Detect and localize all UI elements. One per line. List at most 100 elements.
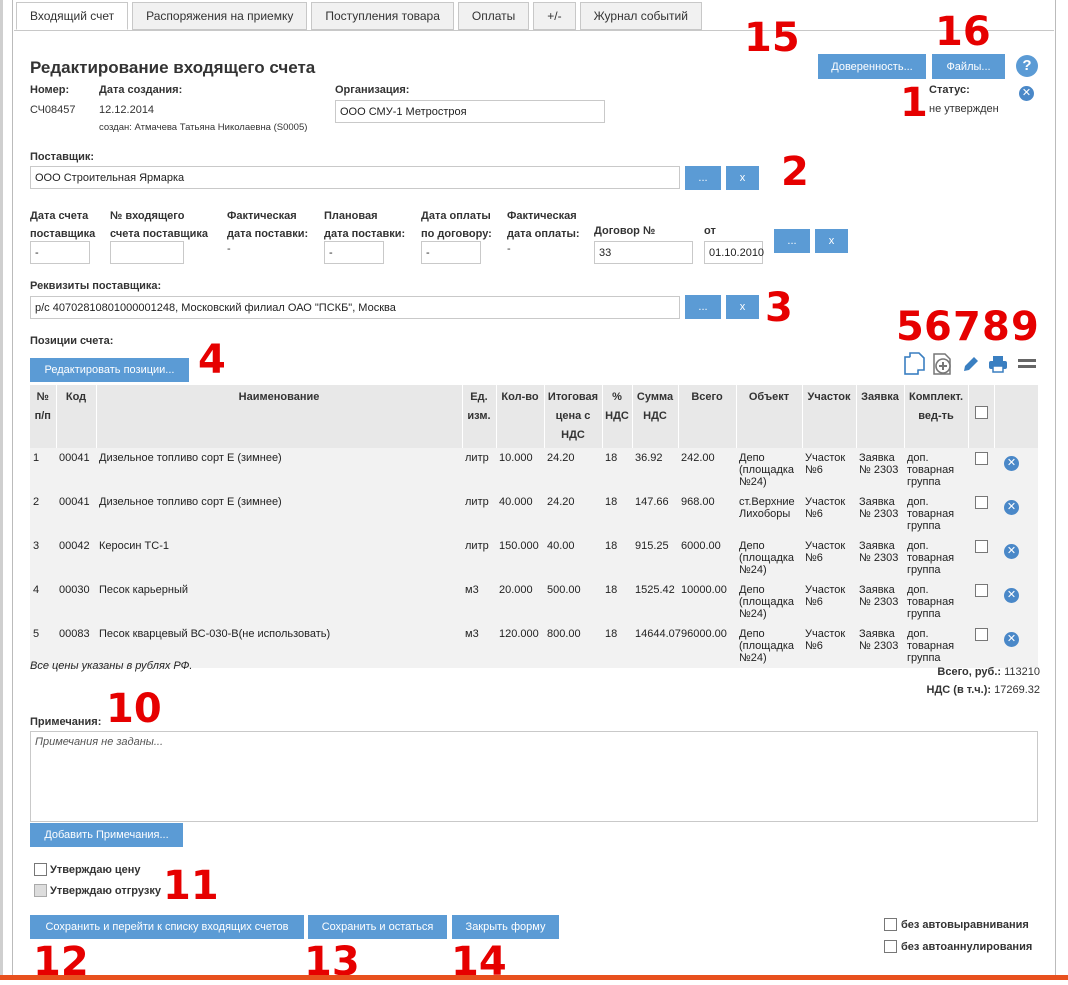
- contract-from-field[interactable]: 01.10.2010: [704, 241, 764, 264]
- row-kit: доп. товарная группа: [904, 580, 968, 624]
- print-icon[interactable]: [988, 354, 1008, 374]
- row-object: Депо (площадка №24): [736, 624, 802, 668]
- tab-payments[interactable]: Оплаты: [457, 2, 530, 30]
- row-vat-rate: 18: [602, 536, 632, 580]
- save-and-stay-button[interactable]: Сохранить и остаться: [308, 915, 447, 939]
- invoice-date-field[interactable]: -: [30, 241, 90, 264]
- proxy-button[interactable]: Доверенность...: [818, 54, 926, 79]
- col-object: Объект: [736, 385, 803, 448]
- row-request: Заявка № 2303: [856, 448, 904, 492]
- col-select-all: [968, 385, 995, 448]
- no-autocancel-row: без автоаннулирования: [884, 940, 1032, 953]
- contract-label: Договор №: [594, 225, 656, 237]
- status-label: Статус:: [929, 84, 970, 96]
- select-all-checkbox[interactable]: [974, 406, 988, 419]
- supplier-field[interactable]: ООО Строительная Ярмарка: [30, 166, 680, 189]
- row-delete-icon[interactable]: ✕: [1004, 500, 1019, 515]
- marker-15: 15: [744, 15, 800, 61]
- created-value: 12.12.2014: [99, 104, 155, 116]
- tab-incoming-invoice[interactable]: Входящий счет: [16, 2, 129, 30]
- row-delete-icon[interactable]: ✕: [1004, 632, 1019, 647]
- close-icon[interactable]: ✕: [1019, 86, 1034, 101]
- copy-icon[interactable]: [904, 352, 926, 376]
- actual-pay-label: Фактическая дата оплаты:: [507, 210, 580, 240]
- row-qty: 10.000: [496, 448, 544, 492]
- files-button[interactable]: Файлы...: [932, 54, 1005, 79]
- contract-field[interactable]: 33: [594, 241, 693, 264]
- approve-shipment-checkbox[interactable]: [34, 884, 47, 897]
- add-notes-button[interactable]: Добавить Примечания...: [30, 823, 183, 847]
- edit-icon[interactable]: [961, 354, 981, 374]
- row-vat-sum: 1525.42: [632, 580, 678, 624]
- row-site: Участок №6: [802, 624, 856, 668]
- left-edge: [0, 0, 3, 980]
- tab-event-log[interactable]: Журнал событий: [579, 2, 702, 30]
- marker-3: 3: [765, 285, 793, 331]
- row-delete-icon[interactable]: ✕: [1004, 544, 1019, 559]
- tab-receiving-orders[interactable]: Распоряжения на приемку: [132, 2, 308, 30]
- actual-delivery-value: -: [227, 243, 231, 255]
- no-autoalign-row: без автовыравнивания: [884, 918, 1029, 931]
- add-icon[interactable]: [931, 352, 955, 376]
- requisites-field[interactable]: р/с 40702810801000001248, Московский фил…: [30, 296, 680, 319]
- row-site: Участок №6: [802, 492, 856, 536]
- row-object: Депо (площадка №24): [736, 580, 802, 624]
- menu-icon[interactable]: [1017, 357, 1037, 371]
- close-form-button[interactable]: Закрыть форму: [452, 915, 559, 939]
- table-row: 2 00041 Дизельное топливо сорт Е (зимнее) л…: [30, 492, 1038, 536]
- tab-plus-minus[interactable]: +/-: [533, 2, 576, 30]
- tab-bar: Входящий счет Распоряжения на приемку По…: [16, 2, 706, 32]
- row-select-checkbox[interactable]: [974, 540, 988, 553]
- row-unit: литр: [462, 448, 496, 492]
- approve-price-label: Утверждаю цену: [50, 863, 141, 876]
- col-unit: Ед. изм.: [462, 385, 497, 448]
- notes-textarea[interactable]: Примечания не заданы...: [30, 731, 1038, 822]
- row-select-checkbox[interactable]: [974, 628, 988, 641]
- marker-4: 4: [198, 337, 226, 383]
- no-autoalign-checkbox[interactable]: [884, 918, 897, 931]
- row-request: Заявка № 2303: [856, 536, 904, 580]
- row-select-checkbox[interactable]: [974, 496, 988, 509]
- save-and-go-button[interactable]: Сохранить и перейти к списку входящих сч…: [30, 915, 304, 939]
- row-number: 4: [30, 580, 56, 624]
- pay-contract-field[interactable]: -: [421, 241, 481, 264]
- edit-positions-button[interactable]: Редактировать позиции...: [30, 358, 189, 382]
- row-number: 1: [30, 448, 56, 492]
- row-delete-icon[interactable]: ✕: [1004, 456, 1019, 471]
- currency-note: Все цены указаны в рублях РФ.: [30, 660, 193, 672]
- actual-pay-value: -: [507, 243, 511, 255]
- row-select-checkbox[interactable]: [974, 452, 988, 465]
- row-total: 96000.00: [678, 624, 736, 668]
- table-row: 3 00042 Керосин ТС-1 литр 150.000 40.00 18 915.…: [30, 536, 1038, 580]
- requisites-clear-button[interactable]: x: [726, 295, 759, 319]
- table-row: 1 00041 Дизельное топливо сорт Е (зимнее) л…: [30, 448, 1038, 492]
- status-value: не утвержден: [929, 103, 999, 115]
- col-qty: Кол-во: [496, 385, 545, 448]
- col-total: Всего: [678, 385, 737, 448]
- supplier-pick-button[interactable]: ...: [685, 166, 721, 190]
- marker-10: 10: [106, 686, 162, 732]
- help-icon[interactable]: ?: [1016, 55, 1038, 77]
- row-total: 968.00: [678, 492, 736, 536]
- tab-goods-receipts[interactable]: Поступления товара: [311, 2, 454, 30]
- number-label: Номер:: [30, 84, 70, 96]
- incoming-no-label: № входящего счета поставщика: [110, 210, 209, 240]
- requisites-pick-button[interactable]: ...: [685, 295, 721, 319]
- pay-contract-label: Дата оплаты по договору:: [421, 210, 492, 240]
- row-select-checkbox[interactable]: [974, 584, 988, 597]
- row-price: 500.00: [544, 580, 602, 624]
- vat-line: НДС (в т.ч.): 17269.32: [880, 684, 1040, 696]
- row-delete-icon[interactable]: ✕: [1004, 588, 1019, 603]
- no-autocancel-checkbox[interactable]: [884, 940, 897, 953]
- incoming-no-field[interactable]: [110, 241, 184, 264]
- row-qty: 120.000: [496, 624, 544, 668]
- organization-field[interactable]: ООО СМУ-1 Метростроя: [335, 100, 605, 123]
- contract-pick-button[interactable]: ...: [774, 229, 810, 253]
- approve-price-checkbox[interactable]: [34, 863, 47, 876]
- planned-delivery-field[interactable]: -: [324, 241, 384, 264]
- col-kit: Комплект. вед-ть: [904, 385, 969, 448]
- col-request: Заявка: [856, 385, 905, 448]
- supplier-clear-button[interactable]: x: [726, 166, 759, 190]
- row-qty: 150.000: [496, 536, 544, 580]
- contract-clear-button[interactable]: x: [815, 229, 848, 253]
